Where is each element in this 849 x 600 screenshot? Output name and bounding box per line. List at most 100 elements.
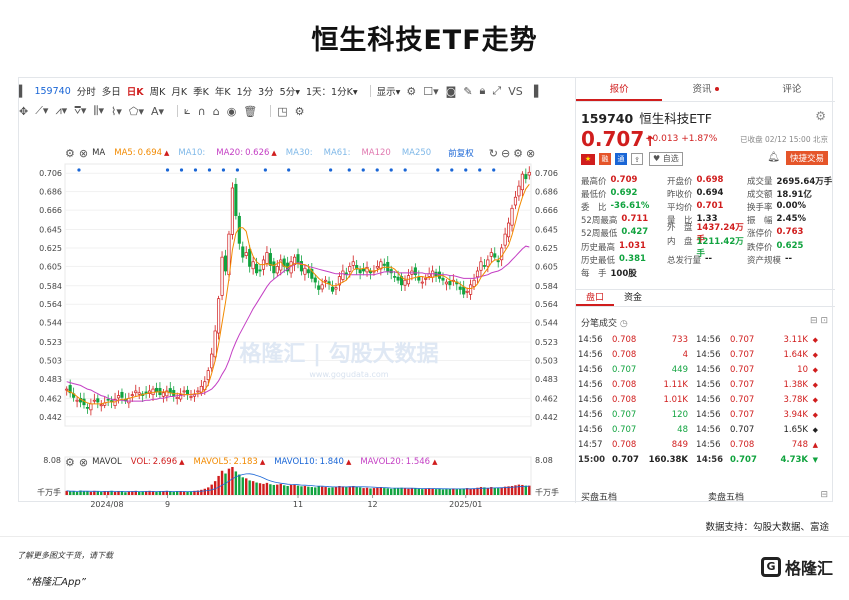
y-tick-label-right: 0.442 — [535, 413, 558, 422]
legend-item[interactable]: MA120 — [361, 148, 392, 158]
fib-tool-icon[interactable]: ⩢▾ — [74, 104, 86, 118]
expand-icon[interactable]: ⊟ — [820, 490, 828, 500]
fast-trade-button[interactable]: 快捷交易 — [785, 151, 828, 165]
trade-f2: ◆ — [812, 425, 818, 434]
tab-news[interactable]: 资讯 — [662, 78, 748, 101]
wave-tool-icon[interactable]: ⌇▾ — [111, 105, 122, 118]
candle-body — [313, 277, 317, 283]
trades-list: 14:56 0.708 733 14:56 0.707 3.11K ◆ 14:56 0.708 4… — [578, 333, 834, 467]
period-tab[interactable]: 周K — [150, 84, 166, 98]
close-icon[interactable]: ⊗ — [79, 456, 88, 469]
symbol-code[interactable]: 159740 — [34, 86, 70, 97]
eye-icon[interactable]: ◉ — [227, 105, 237, 118]
legend-item[interactable]: MAVOL10: 1.840 ▲ — [274, 457, 351, 467]
tab-quote[interactable]: 报价 — [576, 78, 663, 101]
candle-body — [196, 390, 200, 393]
candle-body — [182, 390, 186, 393]
square-icon[interactable]: ☐▾ — [423, 85, 438, 98]
tab-capital[interactable]: 资金 — [614, 290, 652, 306]
camera-icon[interactable]: ◙ — [446, 85, 457, 98]
legend-item[interactable]: MA5: 0.694 ▲ — [114, 148, 169, 158]
line-tool-icon[interactable]: ⟋▾ — [35, 104, 48, 118]
period-tab[interactable]: 多日 — [102, 84, 121, 98]
trash-icon[interactable]: 🗑︎ — [243, 105, 257, 118]
event-dot — [179, 168, 184, 172]
trade-p1: 0.708 — [612, 380, 637, 391]
lock-icon[interactable]: 🔒︎ — [480, 84, 486, 98]
gear-icon[interactable]: ⚙ — [815, 109, 826, 123]
adjust-dropdown[interactable]: 前复权 — [448, 147, 474, 159]
bars-tool-icon[interactable]: ⫼▾ — [93, 104, 104, 118]
crosshair-icon[interactable]: ✥ — [19, 105, 28, 118]
close-icon[interactable]: ⊗ — [79, 147, 88, 160]
volume-bar — [407, 488, 410, 495]
candle-body — [96, 398, 100, 403]
candle-body — [524, 174, 528, 180]
period-tab[interactable]: 1分 — [237, 84, 253, 98]
volume-bar — [410, 488, 414, 495]
bell-icon[interactable]: 🔔︎ — [767, 152, 780, 163]
settings-icon[interactable]: ⚙ — [295, 105, 305, 118]
gear-icon[interactable]: ⚙ — [65, 456, 75, 469]
period-tabs: 分时 多日 日K 周K 月K 季K 年K 1分 3分 5分▾ 1天：1分K▾ — [77, 84, 364, 98]
collapse-icon[interactable]: ⊟ — [810, 316, 818, 326]
pen-icon[interactable]: ✎ — [463, 85, 472, 98]
legend-item[interactable]: VOL: 2.696 ▲ — [131, 457, 185, 467]
tab-orderbook[interactable]: 盘口 — [576, 290, 615, 306]
expand-icon[interactable]: ⊡ — [820, 316, 828, 326]
volume-bar — [200, 489, 203, 495]
period-tab[interactable]: 月K — [171, 84, 187, 98]
clock-icon[interactable]: ◷ — [620, 319, 628, 329]
channel-tool-icon[interactable]: ⩘▾ — [55, 104, 67, 118]
ruler-icon[interactable]: ⟀ — [184, 104, 191, 118]
share-icon[interactable]: ⇪ — [631, 153, 643, 165]
candle-body — [503, 233, 507, 246]
legend-value: 0.626 — [245, 148, 270, 158]
period-tab[interactable]: 5分▾ — [280, 84, 300, 98]
refresh-icon[interactable]: ↻ — [489, 147, 498, 160]
legend-item[interactable]: MA30: — [286, 148, 315, 158]
collapse-icon[interactable]: ▐ — [530, 85, 538, 98]
legend-item[interactable]: MA10: — [178, 148, 207, 158]
settings-icon[interactable]: ⚙ — [513, 147, 523, 160]
layers-icon[interactable]: ◳ — [277, 105, 287, 118]
shape-tool-icon[interactable]: ⬠▾ — [129, 105, 144, 118]
legend-item[interactable]: MAVOL20: 1.546 ▲ — [360, 457, 437, 467]
magnet-icon[interactable]: ∩ — [198, 105, 206, 118]
legend-item[interactable]: MA61: — [324, 148, 353, 158]
legend-item[interactable]: MA20: 0.626 ▲ — [216, 148, 277, 158]
candle-body — [303, 267, 307, 275]
period-tab[interactable]: 分时 — [77, 84, 96, 98]
fullscreen-icon[interactable]: ⤢ — [492, 84, 501, 98]
legend-item[interactable]: MA250 — [402, 148, 433, 158]
gear-icon[interactable]: ⚙ — [65, 147, 75, 160]
connect-icon[interactable]: 通 — [615, 153, 627, 165]
trade-icon[interactable]: 融 — [599, 153, 611, 165]
sidebar-toggle-icon[interactable]: ▍ — [19, 85, 27, 98]
tab-comments[interactable]: 评论 — [749, 78, 835, 101]
period-tab[interactable]: 3分 — [258, 84, 274, 98]
gear-icon[interactable]: ⚙ — [406, 85, 416, 98]
compare-icon[interactable]: VS — [508, 85, 523, 98]
candle-body — [517, 185, 521, 197]
volume-bar — [472, 488, 476, 495]
text-tool-icon[interactable]: A▾ — [151, 105, 164, 118]
stat-cell: 昨收价 0.694 — [667, 188, 747, 200]
stat-cell: 开盘价 0.698 — [667, 175, 747, 187]
add-watchlist-button[interactable]: ♥ 自选 — [649, 152, 683, 166]
y-tick-label-right: 0.584 — [535, 282, 558, 291]
volume-bar — [528, 485, 531, 495]
legend-item[interactable]: MAVOL5: 2.183 ▲ — [194, 457, 266, 467]
display-dropdown[interactable]: 显示▾ — [377, 84, 401, 98]
stat-label: 涨停价 — [747, 229, 773, 240]
period-tab[interactable]: 1天：1分K▾ — [306, 84, 358, 98]
minus-icon[interactable]: ⊖ — [501, 147, 510, 160]
close-icon[interactable]: ⊗ — [526, 147, 535, 160]
quote-window: ▍ 159740 分时 多日 日K 周K 月K 季K 年K 1分 3分 5分▾ 1天：1分K▾ 显示… — [18, 77, 835, 509]
period-tab[interactable]: 季K — [193, 84, 209, 98]
period-tab[interactable]: 日K — [127, 84, 144, 98]
volume-bar — [362, 488, 365, 495]
lock-drawing-icon[interactable]: ⌂ — [213, 105, 220, 118]
period-tab[interactable]: 年K — [215, 84, 231, 98]
candle-body — [265, 252, 269, 264]
